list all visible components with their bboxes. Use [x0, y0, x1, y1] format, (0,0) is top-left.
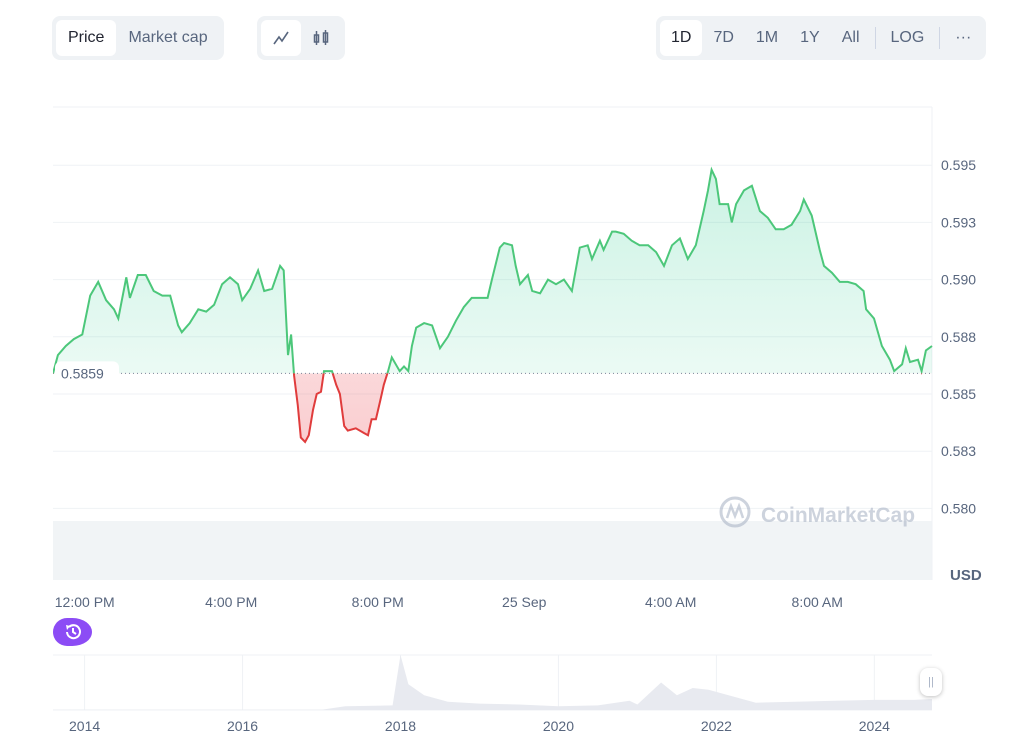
navigator-area [53, 655, 932, 710]
watermark-text: CoinMarketCap [761, 504, 915, 527]
y-tick-label: 0.585 [941, 386, 976, 402]
x-tick-label: 8:00 PM [352, 594, 404, 610]
y-tick-label: 0.590 [941, 272, 976, 288]
y-tick-label: 0.595 [941, 157, 976, 173]
navigator-year-label: 2024 [859, 718, 890, 734]
navigator-year-label: 2018 [385, 718, 416, 734]
y-tick-label: 0.593 [941, 214, 976, 230]
navigator[interactable]: 2014 2016 2018 2020 2022 2024 [53, 654, 932, 734]
y-tick-label: 0.583 [941, 443, 976, 459]
navigator-year-label: 2014 [69, 718, 100, 734]
baseline-label: 0.5859 [55, 361, 119, 386]
x-tick-label: 4:00 PM [205, 594, 257, 610]
history-button[interactable] [53, 618, 92, 646]
y-tick-label: 0.580 [941, 500, 976, 516]
price-chart[interactable]: CoinMarketCap 0.5859 0.595 0.593 0.590 0.58… [0, 0, 1024, 753]
x-tick-label: 8:00 AM [792, 594, 843, 610]
x-tick-label: 25 Sep [502, 594, 547, 610]
navigator-year-label: 2020 [543, 718, 574, 734]
x-tick-label: 4:00 AM [645, 594, 696, 610]
y-axis-unit: USD [950, 567, 982, 584]
volume-bars [53, 521, 932, 580]
x-tick-label: 12:00 PM [55, 594, 115, 610]
svg-text:0.5859: 0.5859 [61, 365, 104, 381]
navigator-drag-handle[interactable]: || [920, 668, 942, 696]
navigator-year-label: 2022 [701, 718, 732, 734]
y-tick-label: 0.588 [941, 329, 976, 345]
history-icon [65, 624, 81, 640]
navigator-year-label: 2016 [227, 718, 258, 734]
